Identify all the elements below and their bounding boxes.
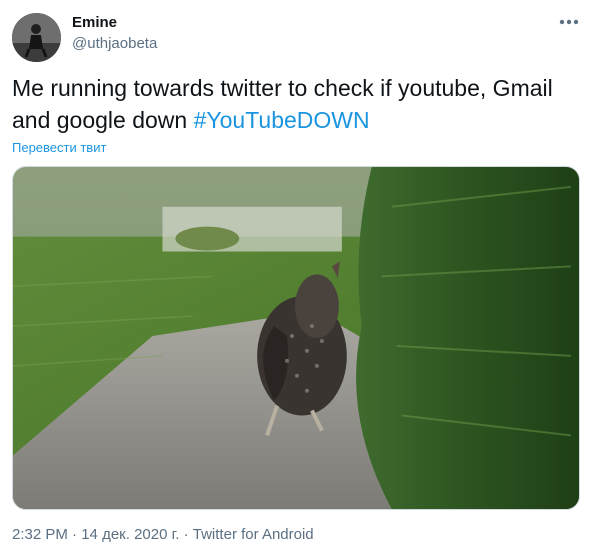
tweet-date[interactable]: 14 дек. 2020 г.	[81, 526, 179, 543]
translate-tweet-link[interactable]: Перевести твит	[12, 140, 106, 155]
author-handle[interactable]: @uthjaobeta	[72, 35, 157, 52]
meta-separator: ·	[67, 526, 82, 543]
tweet-metadata: 2:32 PM · 14 дек. 2020 г. · Twitter for …	[12, 526, 314, 543]
tweet-text: Me running towards twitter to check if y…	[12, 72, 582, 136]
author-display-name[interactable]: Emine	[72, 14, 117, 31]
more-options-icon[interactable]	[556, 12, 582, 32]
tweet-time[interactable]: 2:32 PM	[12, 526, 68, 543]
hashtag-link[interactable]: #YouTubeDOWN	[194, 107, 370, 133]
avatar[interactable]	[12, 13, 61, 62]
tweet-card: Emine @uthjaobeta Me running towards twi…	[0, 0, 596, 558]
meta-separator: ·	[179, 526, 193, 543]
user-avatar-icon	[12, 13, 61, 62]
running-chicken-photo	[13, 167, 579, 509]
tweet-source-link[interactable]: Twitter for Android	[193, 526, 314, 543]
tweet-media-image[interactable]	[12, 166, 580, 510]
